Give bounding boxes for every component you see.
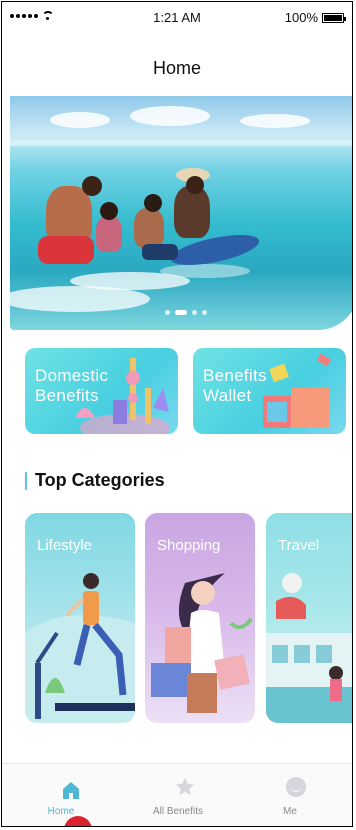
card-label-line: Domestic [35,366,109,385]
person-boy [134,208,164,248]
carousel-dot[interactable] [202,310,207,315]
tab-home[interactable]: Home [2,764,120,826]
benefits-wallet-card[interactable]: Benefits Wallet [193,348,346,434]
tab-all-benefits[interactable]: All Benefits [119,764,237,826]
carousel-indicator[interactable] [165,310,207,315]
tab-label: Me [283,806,297,817]
card-label-line: Benefits [35,386,99,405]
section-title: Top Categories [35,470,165,490]
hero-banner[interactable] [10,96,352,330]
person-mother [174,186,210,238]
tab-bar: Home All Benefits Me [2,763,352,826]
tab-me[interactable]: Me [236,764,352,826]
section-header: Top Categories [25,470,165,491]
status-bar: 1:21 AM 100% [2,2,352,32]
home-icon [63,782,79,799]
person-girl [96,216,122,252]
user-icon [286,777,306,797]
app-frame: 1:21 AM 100% Home Domestic Benefits Bene… [1,1,353,827]
category-card-lifestyle[interactable]: Lifestyle [25,513,135,723]
benefits-wallet-label: Benefits Wallet [203,366,267,406]
card-label-line: Wallet [203,386,252,405]
notification-dot [64,816,92,826]
domestic-benefits-card[interactable]: Domestic Benefits [25,348,178,434]
tab-label: Home [47,806,75,817]
category-card-travel[interactable]: Travel [266,513,352,723]
card-label-line: Benefits [203,366,267,385]
category-label: Travel [278,537,320,554]
page-title: Home [152,58,201,78]
category-label: Shopping [157,537,221,554]
carousel-dot[interactable] [192,310,197,315]
status-right: 100% [284,10,346,25]
category-label: Lifestyle [37,537,93,554]
battery-icon [322,12,346,23]
carousel-dot[interactable] [165,310,170,315]
battery-percent: 100% [284,10,318,25]
domestic-benefits-label: Domestic Benefits [35,366,108,406]
star-icon [175,777,195,796]
section-accent-bar [25,471,27,490]
carousel-dot-active[interactable] [175,310,187,315]
hero-horizon [10,140,352,146]
category-card-shopping[interactable]: Shopping [145,513,255,723]
hero-sky [10,96,352,142]
tab-label: All Benefits [152,806,204,817]
